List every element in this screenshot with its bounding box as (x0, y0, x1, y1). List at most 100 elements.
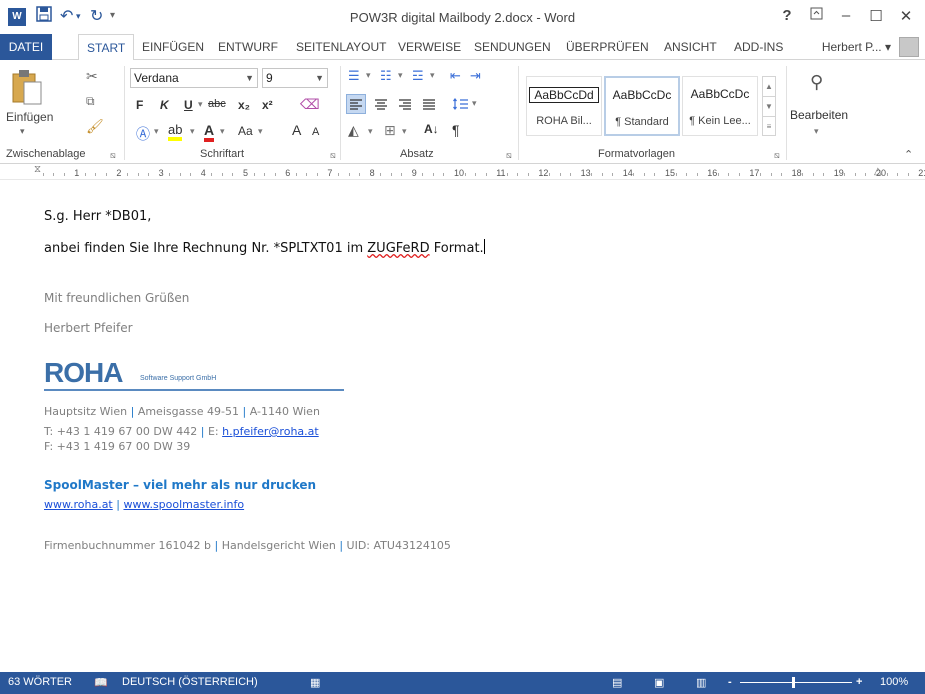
borders-icon[interactable]: ⊞ (384, 122, 396, 139)
undo-icon[interactable]: ↶ (60, 6, 73, 26)
save-icon[interactable] (36, 6, 52, 27)
multilevel-list-icon[interactable]: ☲ (412, 68, 424, 84)
italic-button[interactable]: K (160, 98, 169, 112)
shrink-font-button[interactable]: A (312, 126, 319, 138)
misspelled-word[interactable]: ZUGFeRD (367, 241, 429, 256)
text-effects-icon[interactable]: Ⓐ (136, 124, 150, 144)
macro-recording-icon[interactable]: ▦ (310, 676, 320, 689)
paste-button[interactable]: Einfügen (6, 110, 53, 124)
paragraph-launcher-icon[interactable]: ⧅ (506, 150, 512, 161)
font-color-dropdown-icon[interactable]: ▾ (220, 126, 225, 137)
numbering-icon[interactable]: ☷ (380, 68, 392, 84)
scroll-up-icon[interactable]: ▲ (763, 77, 775, 96)
close-icon[interactable]: ✕ (896, 7, 916, 25)
underline-button[interactable]: U (184, 98, 193, 112)
line-spacing-dropdown-icon[interactable]: ▾ (472, 98, 477, 109)
proofing-icon[interactable]: 📖 (94, 676, 108, 689)
justify-icon[interactable] (420, 95, 438, 116)
paste-dropdown-icon[interactable]: ▾ (20, 126, 25, 137)
style-kein-leerraum[interactable]: AaBbCcDc ¶ Kein Lee... (682, 76, 758, 136)
language-indicator[interactable]: DEUTSCH (ÖSTERREICH) (122, 676, 258, 688)
bullets-icon[interactable]: ☰ (348, 68, 360, 84)
tab-add-ins[interactable]: ADD-INS (726, 34, 791, 60)
sort-icon[interactable]: A↓ (424, 122, 439, 136)
tab-seitenlayout[interactable]: SEITENLAYOUT (288, 34, 394, 60)
redo-icon[interactable]: ↻ (90, 6, 103, 26)
avatar[interactable] (899, 37, 919, 57)
change-case-dropdown-icon[interactable]: ▾ (258, 126, 263, 137)
word-count[interactable]: 63 WÖRTER (8, 676, 72, 688)
font-launcher-icon[interactable]: ⧅ (330, 150, 336, 161)
show-formatting-button[interactable]: ¶ (452, 122, 460, 138)
tab-datei[interactable]: DATEI (0, 34, 52, 60)
right-indent-marker-icon[interactable]: △ (874, 166, 882, 177)
tab-einfuegen[interactable]: EINFÜGEN (134, 34, 212, 60)
increase-indent-icon[interactable]: ⇥ (470, 68, 481, 84)
ribbon-display-options-icon[interactable] (806, 7, 826, 24)
tab-verweise[interactable]: VERWEISE (390, 34, 469, 60)
clipboard-launcher-icon[interactable]: ⧅ (110, 150, 116, 161)
bold-button[interactable]: F (136, 98, 143, 112)
collapse-ribbon-icon[interactable]: ⌃ (904, 148, 913, 161)
zoom-in-button[interactable]: + (856, 676, 862, 688)
bullets-dropdown-icon[interactable]: ▾ (366, 70, 371, 81)
strikethrough-button[interactable]: abc (208, 98, 226, 110)
styles-launcher-icon[interactable]: ⧅ (774, 150, 780, 161)
find-binoculars-icon[interactable]: ⚲ (810, 72, 823, 93)
decrease-indent-icon[interactable]: ⇤ (450, 68, 461, 84)
editing-dropdown-icon[interactable]: ▾ (814, 126, 819, 137)
align-center-icon[interactable] (372, 95, 390, 116)
shading-dropdown-icon[interactable]: ▾ (368, 126, 373, 137)
document-page[interactable]: S.g. Herr *DB01, anbei finden Sie Ihre R… (0, 181, 925, 672)
align-right-icon[interactable] (396, 95, 414, 116)
change-case-button[interactable]: Aa (238, 124, 253, 138)
numbering-dropdown-icon[interactable]: ▾ (398, 70, 403, 81)
subscript-button[interactable]: x₂ (238, 98, 250, 112)
indent-marker-icon[interactable]: ⧖ (34, 164, 41, 175)
website-link-spoolmaster[interactable]: www.spoolmaster.info (123, 498, 244, 511)
format-painter-icon[interactable]: 🖌 (86, 118, 104, 135)
email-link[interactable]: h.pfeifer@roha.at (222, 425, 319, 438)
scroll-down-icon[interactable]: ▼ (763, 96, 775, 116)
copy-icon[interactable]: ⧉ (86, 94, 95, 109)
print-layout-icon[interactable]: ▣ (654, 676, 664, 689)
borders-dropdown-icon[interactable]: ▾ (402, 126, 407, 137)
zoom-level[interactable]: 100% (880, 676, 908, 688)
zoom-out-button[interactable]: - (728, 676, 732, 688)
web-layout-icon[interactable]: ▥ (696, 676, 706, 689)
font-name-combo[interactable]: Verdana ▼ (130, 68, 258, 88)
underline-dropdown-icon[interactable]: ▾ (198, 99, 203, 110)
style-gallery-scroll[interactable]: ▲ ▼ ≡ (762, 76, 776, 136)
tab-ansicht[interactable]: ANSICHT (656, 34, 725, 60)
tab-start[interactable]: START (78, 34, 135, 61)
tab-entwurf[interactable]: ENTWURF (210, 34, 286, 60)
user-account[interactable]: Herbert P... ▾ (822, 34, 891, 60)
grow-font-button[interactable]: A (292, 122, 301, 138)
read-mode-icon[interactable]: ▤ (612, 676, 622, 689)
editing-button[interactable]: Bearbeiten (790, 108, 848, 122)
multilevel-dropdown-icon[interactable]: ▾ (430, 70, 435, 81)
tab-sendungen[interactable]: SENDUNGEN (466, 34, 559, 60)
maximize-icon[interactable]: ☐ (866, 7, 886, 25)
horizontal-ruler[interactable]: 123456789101112131415161718192021 ⧖ △ (0, 164, 925, 180)
customize-qat-icon[interactable]: ▾ (110, 10, 115, 21)
align-left-icon[interactable] (346, 94, 366, 114)
superscript-button[interactable]: x² (262, 98, 273, 112)
website-link-roha[interactable]: www.roha.at (44, 498, 113, 511)
zoom-slider-track[interactable] (740, 682, 852, 683)
highlight-icon[interactable]: ab (168, 122, 183, 141)
style-standard[interactable]: AaBbCcDc ¶ Standard (604, 76, 680, 136)
tab-ueberpruefen[interactable]: ÜBERPRÜFEN (558, 34, 657, 60)
clear-formatting-icon[interactable]: ⌫ (300, 96, 320, 113)
minimize-icon[interactable]: – (836, 7, 856, 24)
font-size-combo[interactable]: 9 ▼ (262, 68, 328, 88)
highlight-dropdown-icon[interactable]: ▾ (190, 126, 195, 137)
font-color-icon[interactable]: A (204, 122, 215, 142)
word-app-icon[interactable]: W (8, 8, 26, 26)
undo-dropdown-icon[interactable]: ▾ (76, 11, 81, 22)
paste-icon[interactable] (10, 68, 44, 106)
cut-icon[interactable]: ✂ (86, 68, 98, 85)
more-styles-icon[interactable]: ≡ (763, 116, 775, 136)
style-roha-bild[interactable]: AaBbCcDd ROHA Bil... (526, 76, 602, 136)
shading-icon[interactable]: ◭ (348, 122, 359, 139)
